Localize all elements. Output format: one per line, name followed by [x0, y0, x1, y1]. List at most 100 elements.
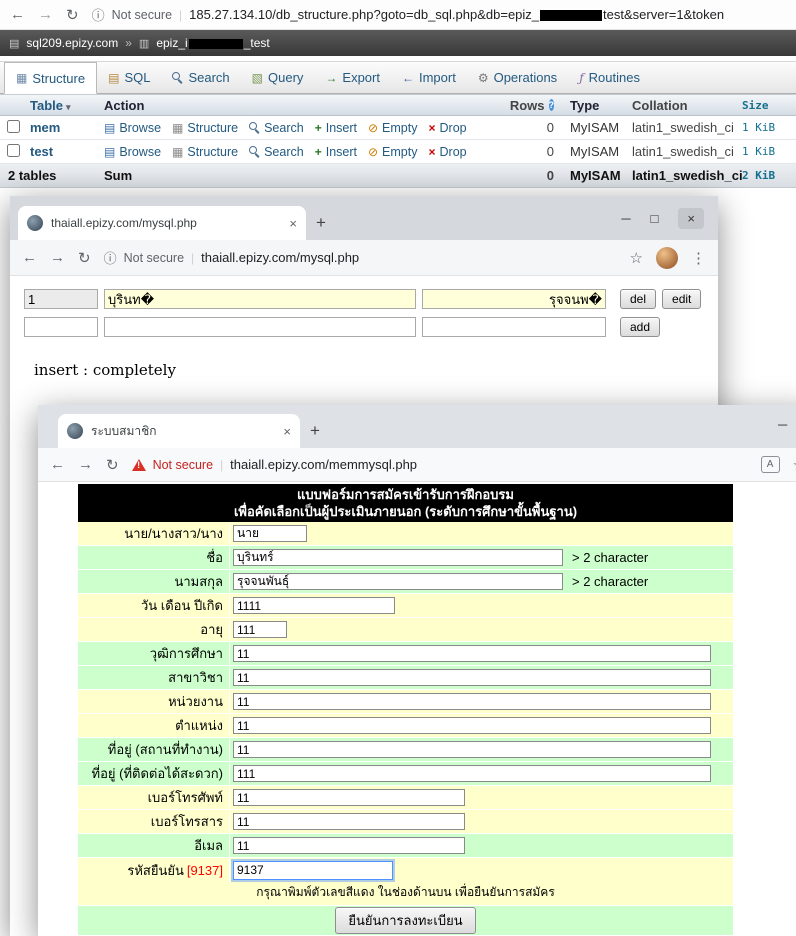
row-checkbox[interactable]: [7, 120, 20, 133]
tab-close-icon[interactable]: ×: [289, 216, 297, 231]
major-input[interactable]: [233, 669, 711, 686]
birthdate-input[interactable]: [233, 597, 395, 614]
reload-icon[interactable]: ↻: [106, 456, 119, 474]
minimize-icon[interactable]: ─: [778, 417, 787, 432]
browser-tab[interactable]: ระบบสมาชิก ×: [58, 414, 300, 448]
forward-icon[interactable]: →: [78, 456, 93, 473]
work-address-input[interactable]: [233, 741, 711, 758]
header-table[interactable]: Table▾: [26, 98, 104, 113]
firstname-input[interactable]: [233, 549, 563, 566]
form-row-phone: เบอร์โทรศัพท์: [78, 786, 733, 810]
new-id-input[interactable]: [24, 317, 98, 337]
education-input[interactable]: [233, 645, 711, 662]
form-row-fax: เบอร์โทรสาร: [78, 810, 733, 834]
address-bar[interactable]: Not secure | thaiall.epizy.com/memmysql.…: [132, 457, 748, 472]
back-icon[interactable]: ←: [10, 6, 25, 23]
fax-input[interactable]: [233, 813, 465, 830]
server-icon: ▤: [9, 37, 19, 50]
tab-query[interactable]: ▧ Query: [241, 62, 315, 93]
drop-link[interactable]: ×Drop: [428, 145, 466, 159]
maximize-icon[interactable]: □: [651, 211, 659, 226]
header-type[interactable]: Type: [560, 98, 632, 113]
address-bar[interactable]: ⓘ Not secure | thaiall.epizy.com/mysql.p…: [104, 248, 617, 267]
form-row-education: วุฒิการศึกษา: [78, 642, 733, 666]
tab-import[interactable]: ← Import: [391, 62, 467, 93]
add-button[interactable]: add: [620, 317, 660, 337]
address-bar[interactable]: ⓘ Not secure | 185.27.134.10/db_structur…: [92, 5, 786, 24]
organization-input[interactable]: [233, 693, 711, 710]
tab-structure[interactable]: ▦ Structure: [4, 62, 97, 94]
form-row-age: อายุ: [78, 618, 733, 642]
row-checkbox[interactable]: [7, 144, 20, 157]
age-input[interactable]: [233, 621, 287, 638]
tab-sql[interactable]: ▤ SQL: [97, 62, 161, 93]
breadcrumb-database-link[interactable]: epiz_i_test: [156, 36, 269, 50]
search-link[interactable]: Search: [249, 121, 304, 135]
header-collation[interactable]: Collation: [632, 98, 742, 113]
header-rows[interactable]: Rows?: [510, 98, 560, 113]
lastname-input[interactable]: [233, 573, 563, 590]
empty-link[interactable]: ⊘Empty: [368, 145, 418, 159]
phpmyadmin-tab-bar: ▦ Structure ▤ SQL Search ▧ Query → Expor…: [0, 61, 796, 94]
position-input[interactable]: [233, 717, 711, 734]
drop-icon: ×: [428, 145, 435, 159]
window-titlebar[interactable]: thaiall.epizy.com/mysql.php × + ─ □ ×: [10, 196, 718, 240]
tab-title: thaiall.epizy.com/mysql.php: [51, 216, 281, 230]
browser-menu-icon[interactable]: ⋮: [691, 249, 706, 267]
new-lastname-input[interactable]: [422, 317, 606, 337]
info-icon[interactable]: ⓘ: [104, 248, 117, 267]
close-icon[interactable]: ×: [678, 208, 704, 229]
bookmark-star-icon[interactable]: ☆: [630, 249, 643, 267]
browse-link[interactable]: ▤Browse: [104, 145, 161, 159]
translate-icon[interactable]: A: [761, 456, 780, 473]
tab-search[interactable]: Search: [161, 62, 240, 93]
browse-link[interactable]: ▤Browse: [104, 121, 161, 135]
del-button[interactable]: del: [620, 289, 656, 309]
status-text: insert : completely: [34, 361, 718, 379]
drop-link[interactable]: ×Drop: [428, 121, 466, 135]
reload-icon[interactable]: ↻: [78, 249, 91, 267]
tab-export[interactable]: → Export: [314, 62, 391, 93]
record-id-input[interactable]: [24, 289, 98, 309]
title-input[interactable]: [233, 525, 307, 542]
tab-routines[interactable]: ƒ Routines: [568, 62, 651, 93]
register-submit-button[interactable]: ยืนยันการลงทะเบียน: [335, 907, 475, 934]
new-firstname-input[interactable]: [104, 317, 416, 337]
info-icon[interactable]: ⓘ: [92, 5, 105, 24]
back-icon[interactable]: ←: [22, 249, 37, 266]
breadcrumb-server-link[interactable]: sql209.epizy.com: [26, 36, 118, 50]
profile-avatar[interactable]: [656, 247, 678, 269]
reload-icon[interactable]: ↻: [66, 6, 79, 24]
insert-link[interactable]: +Insert: [315, 121, 357, 135]
forward-icon[interactable]: →: [50, 249, 65, 266]
new-tab-button[interactable]: +: [310, 421, 320, 441]
tab-operations[interactable]: ⚙ Operations: [467, 62, 568, 93]
table-header-row: Table▾ Action Rows? Type Collation Size: [0, 94, 796, 116]
field-label: นามสกุล: [78, 570, 230, 593]
forward-icon[interactable]: →: [38, 6, 53, 23]
phone-input[interactable]: [233, 789, 465, 806]
email-input[interactable]: [233, 837, 465, 854]
search-link[interactable]: Search: [249, 145, 304, 159]
minimize-icon[interactable]: ─: [621, 211, 630, 226]
table-name-link[interactable]: mem: [26, 120, 104, 135]
table-name-link[interactable]: test: [26, 144, 104, 159]
warning-icon[interactable]: [132, 459, 146, 471]
back-icon[interactable]: ←: [50, 456, 65, 473]
tab-close-icon[interactable]: ×: [283, 424, 291, 439]
structure-link[interactable]: ▦Structure: [172, 145, 238, 159]
structure-link[interactable]: ▦Structure: [172, 121, 238, 135]
help-icon[interactable]: ?: [549, 99, 555, 111]
empty-link[interactable]: ⊘Empty: [368, 121, 418, 135]
browser-tab[interactable]: thaiall.epizy.com/mysql.php ×: [18, 206, 306, 240]
confirm-code-input[interactable]: [233, 861, 393, 880]
new-tab-button[interactable]: +: [316, 213, 326, 233]
insert-link[interactable]: +Insert: [315, 145, 357, 159]
header-size[interactable]: Size: [742, 99, 796, 112]
contact-address-input[interactable]: [233, 765, 711, 782]
window-titlebar[interactable]: ระบบสมาชิก × + ─: [38, 405, 796, 448]
record-firstname-input[interactable]: [104, 289, 416, 309]
record-lastname-input[interactable]: [422, 289, 606, 309]
bookmark-star-icon[interactable]: ☆: [793, 456, 796, 474]
edit-button[interactable]: edit: [662, 289, 701, 309]
